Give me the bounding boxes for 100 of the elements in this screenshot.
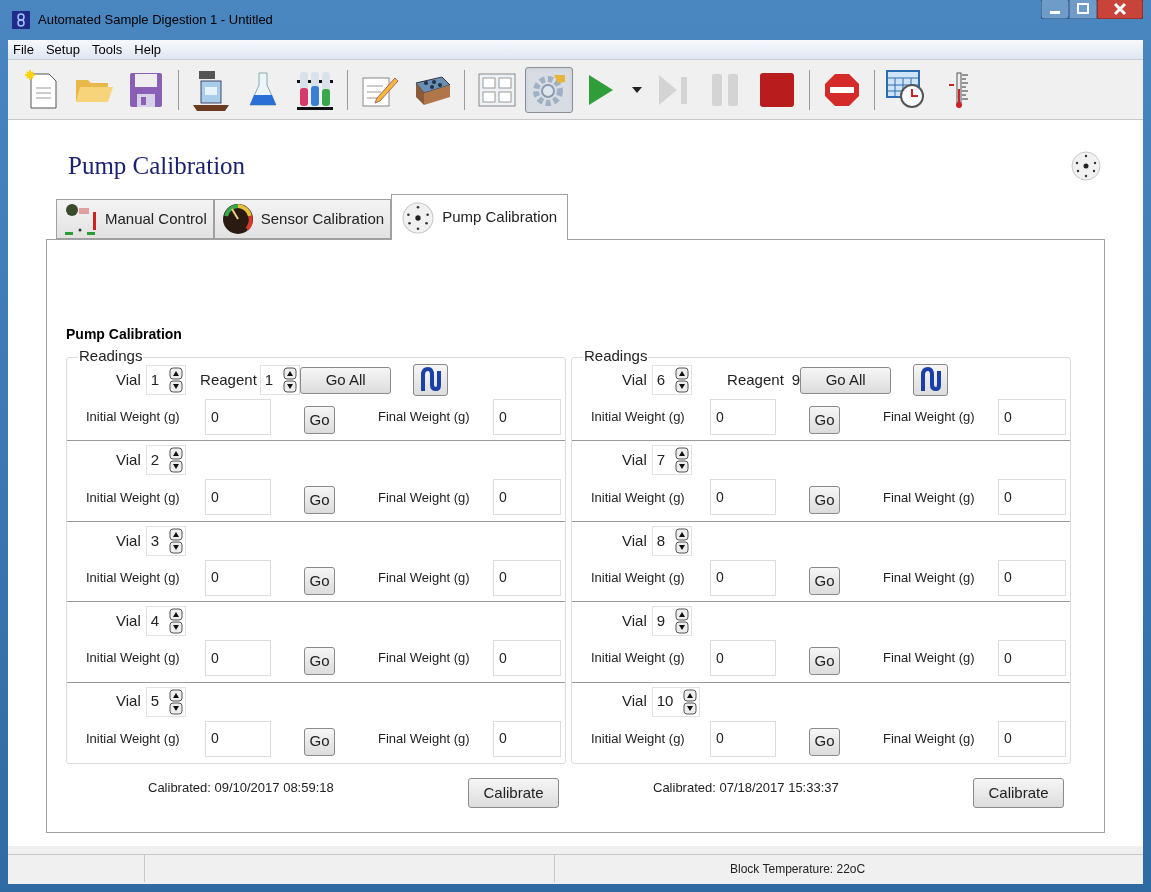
spin-arrows-icon[interactable] — [675, 608, 690, 635]
go-all-button[interactable]: Go All — [800, 366, 892, 394]
spin-arrows-icon[interactable] — [169, 688, 184, 715]
maximize-icon[interactable] — [1069, 0, 1097, 19]
number-spinner[interactable]: 2 — [145, 445, 187, 476]
caret-icon[interactable] — [632, 86, 642, 93]
initial-weight-field[interactable]: 0 — [710, 399, 776, 435]
instrument-icon[interactable] — [191, 68, 231, 111]
calibrate-button[interactable]: Calibrate — [973, 778, 1064, 808]
spin-arrows-icon[interactable] — [169, 608, 184, 635]
final-weight-field[interactable]: 0 — [998, 479, 1066, 516]
go-button[interactable]: Go — [809, 647, 840, 676]
final-weight-field[interactable]: 0 — [493, 720, 561, 757]
calibrate-button[interactable]: Calibrate — [468, 778, 559, 808]
final-weight-field[interactable]: 0 — [493, 479, 561, 516]
final-weight-field[interactable]: 0 — [998, 399, 1066, 435]
stop-sign-icon[interactable] — [824, 72, 860, 107]
spin-arrows-icon[interactable] — [169, 527, 184, 554]
pump-button[interactable] — [913, 364, 949, 396]
final-weight-field[interactable]: 0 — [998, 640, 1066, 677]
go-button[interactable]: Go — [304, 727, 335, 756]
number-spinner[interactable]: 4 — [145, 606, 187, 637]
pump-button[interactable] — [413, 364, 449, 396]
stop-square-icon[interactable] — [759, 71, 795, 108]
spin-arrows-icon[interactable] — [683, 688, 698, 715]
pipe-icon — [419, 367, 442, 393]
initial-weight-field[interactable]: 0 — [205, 559, 271, 596]
go-button[interactable]: Go — [809, 566, 840, 595]
spin-arrows-icon[interactable] — [675, 527, 690, 554]
play-icon[interactable] — [587, 72, 615, 107]
vial-label: Vial — [622, 369, 647, 390]
number-spinner[interactable]: 9 — [651, 606, 693, 637]
number-spinner[interactable]: 1 — [259, 365, 301, 395]
initial-weight-field[interactable]: 0 — [710, 720, 776, 757]
initial-weight-field[interactable]: 0 — [205, 479, 271, 516]
spin-arrows-icon[interactable] — [675, 367, 690, 393]
go-all-button[interactable]: Go All — [300, 366, 392, 394]
calibration-date: Calibrated: 09/10/2017 08:59:18 — [148, 779, 335, 798]
initial-weight-field[interactable]: 0 — [710, 640, 776, 677]
field-label: Final Weight (g) — [378, 488, 471, 507]
go-button[interactable]: Go — [304, 566, 335, 595]
spin-arrows-icon[interactable] — [169, 367, 184, 393]
go-button[interactable]: Go — [809, 727, 840, 756]
field-label: Initial Weight (g) — [591, 729, 686, 748]
menu-item[interactable]: Help — [134, 39, 162, 60]
go-button[interactable]: Go — [304, 647, 335, 676]
valve-panel-icon — [63, 202, 99, 236]
field-label: Final Weight (g) — [378, 408, 471, 427]
field-label: Final Weight (g) — [378, 569, 471, 588]
initial-weight-field[interactable]: 0 — [205, 399, 271, 435]
tab[interactable]: Sensor Calibration — [213, 199, 392, 239]
reagent-value: 9 — [791, 369, 801, 390]
reagent-label: Reagent — [200, 369, 257, 390]
final-weight-field[interactable]: 0 — [493, 640, 561, 677]
initial-weight-field[interactable]: 0 — [205, 720, 271, 757]
spin-arrows-icon[interactable] — [283, 367, 298, 393]
number-spinner[interactable]: 5 — [145, 686, 187, 717]
thermometer-icon[interactable] — [947, 70, 971, 109]
vial-label: Vial — [116, 610, 141, 631]
initial-weight-field[interactable]: 0 — [710, 559, 776, 596]
number-spinner[interactable]: 7 — [651, 445, 693, 476]
document-icon[interactable] — [25, 69, 59, 110]
number-spinner[interactable]: 10 — [651, 686, 701, 717]
number-spinner[interactable]: 3 — [145, 525, 187, 556]
menu-item[interactable]: Setup — [45, 39, 80, 60]
close-icon[interactable] — [1097, 0, 1143, 19]
initial-weight-field[interactable]: 0 — [710, 479, 776, 516]
test-tubes-icon[interactable] — [294, 69, 336, 110]
tab[interactable]: Manual Control — [56, 199, 214, 239]
number-spinner[interactable]: 1 — [145, 365, 187, 395]
group-legend: Readings — [78, 347, 144, 364]
window-title: Automated Sample Digestion 1 - Untitled — [38, 11, 273, 30]
final-weight-field[interactable]: 0 — [493, 559, 561, 596]
field-label: Initial Weight (g) — [86, 408, 181, 427]
go-button[interactable]: Go — [304, 486, 335, 515]
go-button[interactable]: Go — [809, 406, 840, 434]
flask-icon[interactable] — [248, 70, 278, 109]
menu-item[interactable]: File — [13, 39, 34, 60]
tab[interactable]: Pump Calibration — [391, 194, 569, 240]
section-title: Pump Calibration — [66, 325, 183, 344]
field-label: Final Weight (g) — [883, 729, 976, 748]
go-button[interactable]: Go — [809, 486, 840, 515]
go-button[interactable]: Go — [304, 406, 335, 434]
final-weight-field[interactable]: 0 — [998, 559, 1066, 596]
page-title: Pump Calibration — [68, 151, 246, 182]
menu-item[interactable]: Tools — [91, 39, 123, 60]
final-weight-field[interactable]: 0 — [998, 720, 1066, 757]
initial-weight-field[interactable]: 0 — [205, 640, 271, 677]
spin-arrows-icon[interactable] — [169, 447, 184, 474]
pipe-icon — [919, 367, 942, 393]
vial-label: Vial — [622, 530, 647, 551]
vial-label: Vial — [622, 450, 647, 471]
field-label: Initial Weight (g) — [86, 649, 181, 668]
field-label: Final Weight (g) — [883, 488, 976, 507]
number-spinner[interactable]: 8 — [651, 525, 693, 556]
spin-arrows-icon[interactable] — [675, 447, 690, 474]
final-weight-field[interactable]: 0 — [493, 399, 561, 435]
number-spinner[interactable]: 6 — [651, 365, 693, 395]
minimize-icon[interactable] — [1041, 0, 1069, 19]
field-label: Initial Weight (g) — [86, 488, 181, 507]
